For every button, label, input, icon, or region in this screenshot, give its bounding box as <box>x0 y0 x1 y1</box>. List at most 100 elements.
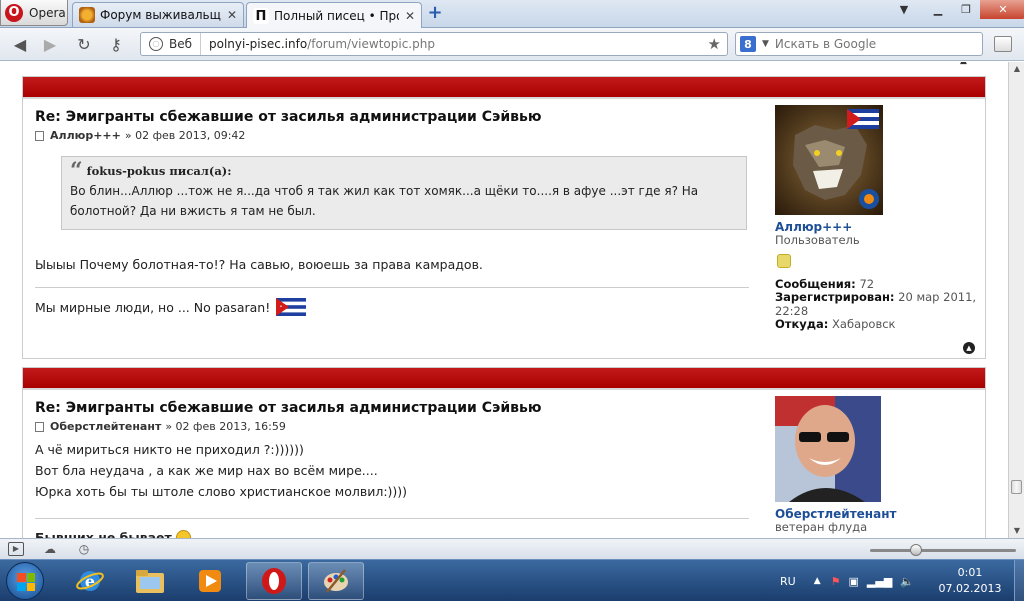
avatar[interactable] <box>775 105 883 215</box>
profile-username[interactable]: Аллюр+++ <box>775 220 985 235</box>
start-button[interactable] <box>6 562 44 600</box>
up-arrow-icon[interactable]: ▲ <box>960 62 967 66</box>
avatar[interactable] <box>775 396 881 502</box>
back-to-top-button[interactable]: ▲ <box>963 342 975 354</box>
taskbar-paint-icon[interactable] <box>308 562 364 600</box>
forward-button[interactable]: ▶ <box>40 35 60 55</box>
panel-toggle-button[interactable] <box>994 36 1012 52</box>
search-engine-dropdown-icon[interactable]: ▼ <box>762 39 769 49</box>
registered-label: Зарегистрирован: <box>775 290 895 304</box>
tab-bar: O Opera Форум выживальщик... ✕ П Полный … <box>0 0 1024 29</box>
tab-survival-forum[interactable]: Форум выживальщик... ✕ <box>72 2 244 27</box>
profile-rank: ветеран флуда <box>775 520 868 534</box>
signature-text: Мы мирные люди, но ... No pasaran! <box>35 299 271 315</box>
opera-logo-icon: O <box>5 3 23 22</box>
taskbar-media-player-icon[interactable] <box>182 562 238 600</box>
taskbar-explorer-icon[interactable] <box>122 562 178 600</box>
windows-logo-icon <box>17 573 35 591</box>
cuba-flag-icon <box>276 298 307 316</box>
smiley-icon <box>175 530 191 538</box>
tab-title: Форум выживальщик... <box>100 8 221 22</box>
profile-username[interactable]: Оберстлейтенант <box>775 507 985 522</box>
web-badge[interactable]: Веб <box>141 33 202 55</box>
post-icon[interactable] <box>35 421 44 432</box>
scroll-down-icon[interactable]: ▼ <box>1012 526 1022 536</box>
browser-status-bar: ▶ ☁ ◷ <box>0 538 1024 559</box>
posts-count: 72 <box>859 276 875 291</box>
reload-button[interactable]: ↻ <box>74 35 94 55</box>
taskbar-ie-icon[interactable]: e <box>62 562 118 600</box>
minimize-button[interactable]: ▁ <box>924 0 952 19</box>
profile-location: Откуда: Хабаровск <box>775 317 985 332</box>
quote-author: fokus-pokus писал(а): <box>86 164 232 178</box>
back-button[interactable]: ◀ <box>10 35 30 55</box>
url-host: polnyi-pisec.info <box>209 37 308 51</box>
post-header-bar <box>23 77 985 99</box>
taskbar-opera-icon[interactable] <box>246 562 302 600</box>
user-profile: Оберстлейтенант ветеран флуда <box>775 396 985 535</box>
close-tab-icon[interactable]: ✕ <box>227 8 237 22</box>
bookmark-star-icon[interactable]: ★ <box>708 35 727 53</box>
post-header-bar <box>23 368 985 390</box>
close-window-button[interactable]: ✕ <box>980 0 1024 19</box>
google-icon: 8 <box>740 36 756 52</box>
zoom-slider[interactable] <box>870 549 1016 552</box>
tab-title: Полный писец • Прос... <box>274 9 399 23</box>
quote-mark-icon: “ <box>70 158 83 184</box>
vertical-scrollbar[interactable]: ▲ ▼ <box>1008 62 1024 538</box>
network-error-icon[interactable]: ⚑ <box>831 575 841 588</box>
quote-text: Во блин...Аллюр ...тож не я...да чтоб я … <box>70 184 699 218</box>
post-line: Юрка хоть бы ты штоле слово христианское… <box>35 484 408 499</box>
key-icon[interactable]: ⚷ <box>106 35 126 55</box>
opera-menu-button[interactable]: O Opera <box>0 0 68 26</box>
signature: Бывших не бывает <box>35 518 749 538</box>
window-controls: ▁ ❐ ✕ <box>924 0 1024 20</box>
search-field[interactable]: 8 ▼ <box>735 32 983 56</box>
url-text: polnyi-pisec.info/forum/viewtopic.php <box>201 37 708 51</box>
system-tray: RU ▲ ⚑ ▣ ▂▄▆ 🔈 <box>780 560 914 601</box>
tab-list-button[interactable]: ▼ <box>890 0 918 20</box>
volume-icon[interactable]: 🔈 <box>900 575 914 588</box>
page-viewport: ▲ Re: Эмигранты сбежавшие от засилья адм… <box>0 62 1008 538</box>
scrollbar-thumb[interactable] <box>1011 480 1022 494</box>
chevron-down-icon: ▼ <box>899 3 909 16</box>
show-desktop-button[interactable] <box>1014 560 1024 601</box>
speed-dial-icon[interactable]: ◷ <box>76 542 92 556</box>
profile-rank: Пользователь <box>775 233 860 247</box>
windows-taskbar: e RU ▲ ⚑ ▣ ▂▄▆ 🔈 0:01 07.02.2013 <box>0 559 1024 601</box>
address-field[interactable]: Веб polnyi-pisec.info/forum/viewtopic.ph… <box>140 32 728 56</box>
search-input[interactable] <box>774 37 965 51</box>
post-icon[interactable] <box>35 130 44 141</box>
posts-label: Сообщения: <box>775 276 856 291</box>
signature: Мы мирные люди, но ... No pasaran! <box>35 287 749 318</box>
cloud-icon[interactable]: ☁ <box>42 542 58 556</box>
quote-cite: “ fokus-pokus писал(а): <box>70 158 738 184</box>
favicon-icon <box>79 7 95 23</box>
post-text: Ыыыы Почему болотная-то!? На савью, воюе… <box>35 257 483 272</box>
language-indicator[interactable]: RU <box>780 575 796 588</box>
maximize-button[interactable]: ❐ <box>952 0 980 19</box>
device-icon[interactable]: ▣ <box>849 575 859 588</box>
zoom-slider-knob[interactable] <box>910 544 922 556</box>
tray-expand-icon[interactable]: ▲ <box>814 576 821 586</box>
profile-posts: Сообщения: 72 <box>775 276 985 292</box>
post-author[interactable]: Аллюр+++ <box>50 129 121 142</box>
post-date: » 02 фев 2013, 16:59 <box>165 420 286 433</box>
location-value: Хабаровск <box>832 317 896 331</box>
user-profile: Аллюр+++ Пользователь Сообщения: 72 Заре… <box>775 105 985 332</box>
post-date: » 02 фев 2013, 09:42 <box>124 129 246 142</box>
close-tab-icon[interactable]: ✕ <box>405 9 415 23</box>
post-content: “ fokus-pokus писал(а): Во блин...Аллюр … <box>35 156 749 318</box>
browser-window: O Opera Форум выживальщик... ✕ П Полный … <box>0 0 1024 601</box>
favicon-icon: П <box>253 8 269 24</box>
globe-icon <box>149 37 163 51</box>
tab-polnyi-pisec[interactable]: П Полный писец • Прос... ✕ <box>246 2 422 29</box>
post-author[interactable]: Оберстлейтенант <box>50 420 161 433</box>
new-tab-button[interactable]: + <box>426 4 444 22</box>
panel-icon[interactable]: ▶ <box>8 542 24 556</box>
signal-icon[interactable]: ▂▄▆ <box>867 575 892 588</box>
taskbar-clock[interactable]: 0:01 07.02.2013 <box>930 565 1010 597</box>
scroll-up-icon[interactable]: ▲ <box>1012 64 1022 74</box>
location-label: Откуда: <box>775 317 829 331</box>
web-label: Веб <box>169 37 193 51</box>
